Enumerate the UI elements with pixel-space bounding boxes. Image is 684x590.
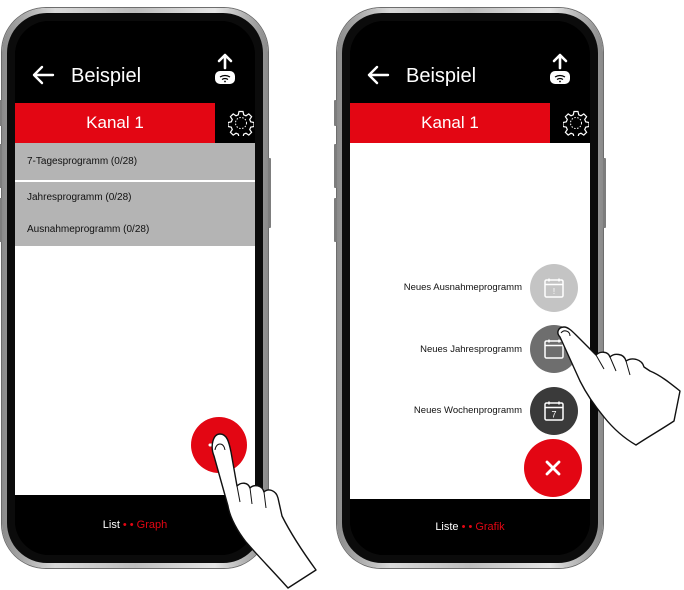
separator: • • — [122, 519, 134, 531]
svg-text:!: ! — [553, 287, 555, 296]
app-header: Beispiel — [350, 21, 590, 103]
list-view-tab[interactable]: Liste — [435, 521, 458, 533]
gear-icon[interactable] — [228, 110, 254, 136]
back-arrow-icon[interactable] — [31, 65, 55, 85]
page-title: Beispiel — [71, 65, 142, 87]
new-week-program-label: Neues Wochenprogramm — [413, 405, 522, 416]
list-item[interactable]: Jahresprogramm (0/28) — [15, 182, 255, 213]
mute-switch — [334, 100, 337, 126]
page-title: Beispiel — [406, 65, 477, 87]
app-screen: Beispiel Kanal 1 Neues Ausnahmeprogramm — [350, 21, 590, 555]
phone-right: Beispiel Kanal 1 Neues Ausnahmeprogramm — [334, 8, 606, 568]
graph-view-tab[interactable]: Graph — [137, 519, 168, 531]
calendar-exclamation-icon: ! — [544, 278, 564, 298]
list-item[interactable]: Ausnahmeprogramm (0/28) — [15, 213, 255, 246]
upload-device-icon[interactable] — [548, 53, 572, 85]
view-switch: Liste • • Grafik — [350, 499, 590, 555]
graph-view-tab[interactable]: Grafik — [475, 521, 504, 533]
close-icon — [545, 460, 561, 476]
hand-pointer-icon — [211, 433, 317, 589]
volume-up-button — [334, 144, 337, 188]
power-button — [603, 158, 606, 228]
gear-icon[interactable] — [563, 110, 589, 136]
upload-device-icon[interactable] — [213, 53, 237, 85]
channel-bar: Kanal 1 — [350, 103, 590, 143]
volume-up-button — [0, 144, 2, 188]
separator: • • — [461, 521, 473, 533]
volume-down-button — [0, 198, 2, 242]
mute-switch — [0, 100, 2, 126]
channel-tab[interactable]: Kanal 1 — [15, 103, 215, 143]
app-header: Beispiel — [15, 21, 255, 103]
list-view-tab[interactable]: List — [103, 519, 120, 531]
new-exception-program-label: Neues Ausnahmeprogramm — [403, 282, 522, 293]
new-year-program-label: Neues Jahresprogramm — [420, 344, 522, 355]
volume-down-button — [334, 198, 337, 242]
channel-tab[interactable]: Kanal 1 — [350, 103, 550, 143]
hand-pointer-icon — [557, 326, 681, 446]
channel-bar: Kanal 1 — [15, 103, 255, 143]
back-arrow-icon[interactable] — [366, 65, 390, 85]
power-button — [268, 158, 271, 228]
new-exception-program-button[interactable]: ! — [530, 264, 578, 312]
list-item[interactable]: 7-Tagesprogramm (0/28) — [15, 143, 255, 181]
